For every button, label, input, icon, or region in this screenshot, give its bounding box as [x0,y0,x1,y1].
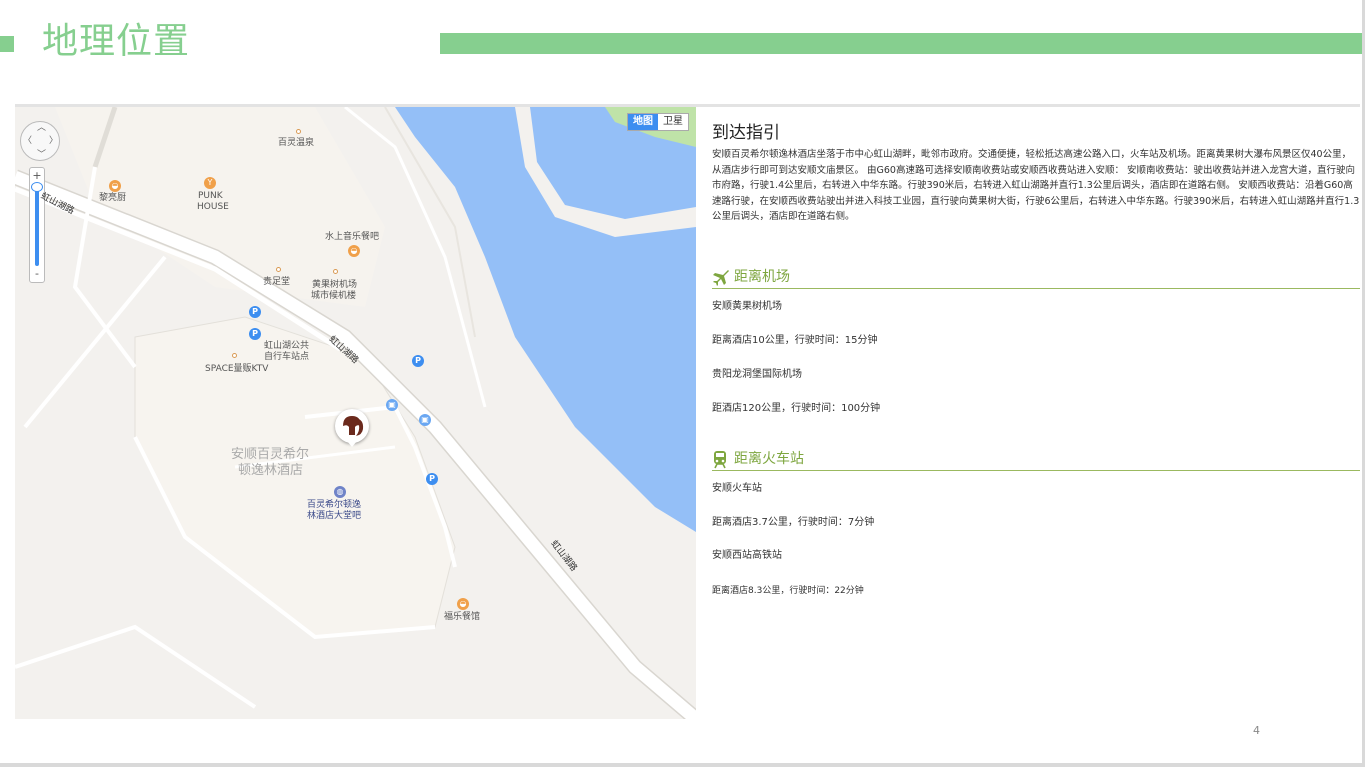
map-label-hotel-line1[interactable]: 安顺百灵希尔 [231,447,309,463]
parking-icon[interactable]: P [426,473,438,485]
restaurant-icon[interactable]: ◒ [457,598,469,610]
map-label-lobby-bar-line2[interactable]: 林酒店大堂吧 [307,511,361,522]
map-label-bailing-hotspring[interactable]: 百灵温泉 [278,138,314,149]
airport-distance-1: 距离酒店10公里，行驶时间：15分钟 [712,335,878,346]
map-label-lixiang-chu[interactable]: 黎亮厨 [99,193,126,204]
zoom-in-button[interactable]: + [30,170,44,182]
airplane-icon [712,268,730,290]
pan-down-icon[interactable]: ﹀ [37,150,46,160]
map-type-switch[interactable]: 地图 卫星 [627,113,689,131]
parking-icon[interactable]: P [249,328,261,340]
directions-title: 到达指引 [712,123,780,143]
train-station-name-1: 安顺火车站 [712,483,762,494]
bus-stop-icon[interactable]: ▣ [386,399,398,411]
poi-marker[interactable] [333,269,338,274]
airport-heading-label: 距离机场 [734,269,790,285]
poi-marker[interactable] [232,353,237,358]
map-label-bike-station-line2[interactable]: 自行车站点 [264,352,309,363]
zoom-out-button[interactable]: - [30,268,44,280]
map-label-hotel-line2[interactable]: 顿逸林酒店 [238,463,303,479]
map-label-fule-restaurant[interactable]: 福乐餐馆 [444,612,480,623]
map-label-airport-terminal-line1[interactable]: 黄果树机场 [312,280,357,291]
satellite-type-button[interactable]: 卫星 [658,114,688,130]
map-label-lobby-bar-line1[interactable]: 百灵希尔顿逸 [307,500,361,511]
pan-up-icon[interactable]: ︿ [37,123,46,133]
map-label-guizu-tang[interactable]: 贵足堂 [263,277,290,288]
location-map[interactable]: 地图 卫星 ︿ 〈 〉 ﹀ + - 百灵温泉 ◒ 黎亮厨 Y PUNK HOUS… [15,107,696,719]
parking-icon[interactable]: P [412,355,424,367]
hotel-location-pin[interactable] [335,409,369,447]
page-number: 4 [1253,724,1260,737]
directions-panel: 到达指引 安顺百灵希尔顿逸林酒店坐落于市中心虹山湖畔，毗邻市政府。交通便捷，轻松… [712,120,1360,225]
title-accent-bar [440,33,1365,54]
map-label-space-ktv[interactable]: SPACE量贩KTV [205,364,268,375]
train-station-distance-2: 距离酒店8.3公里，行驶时间：22分钟 [712,586,864,596]
bus-stop-icon[interactable]: ▣ [419,414,431,426]
title-accent-square [0,36,14,52]
map-label-punk-house-line2[interactable]: HOUSE [197,202,229,213]
pan-right-icon[interactable]: 〉 [49,136,58,146]
lobby-bar-icon[interactable]: ◍ [334,486,346,498]
train-section-heading: 距离火车站 [712,449,1360,471]
airport-section-heading: 距离机场 [712,267,1360,289]
map-label-water-music-bar[interactable]: 水上音乐餐吧 [325,232,379,243]
slide-bottom-border [0,763,1365,767]
zoom-slider-track[interactable] [35,186,39,266]
train-icon [712,450,728,473]
airport-name-1: 安顺黄果树机场 [712,301,782,312]
zoom-control[interactable]: + - [29,167,45,283]
airport-name-2: 贵阳龙洞堡国际机场 [712,369,802,380]
directions-intro: 安顺百灵希尔顿逸林酒店坐落于市中心虹山湖畔，毗邻市政府。交通便捷，轻松抵达高速公… [712,149,1360,222]
restaurant-icon[interactable]: ◒ [348,245,360,257]
map-type-button[interactable]: 地图 [628,114,658,130]
airport-distance-2: 距酒店120公里，行驶时间：100分钟 [712,403,881,414]
map-label-bike-station-line1[interactable]: 虹山湖公共 [264,341,309,352]
hotel-logo-icon [343,416,364,436]
south-lane [15,624,257,709]
zoom-slider-handle[interactable] [31,182,43,192]
poi-marker[interactable] [296,129,301,134]
map-label-airport-terminal-line2[interactable]: 城市候机楼 [311,291,356,302]
slide-title: 地理位置 [42,21,191,62]
pan-control[interactable]: ︿ 〈 〉 ﹀ [20,121,60,161]
map-label-punk-house-line1[interactable]: PUNK [198,191,223,202]
lake-water [395,107,696,532]
pan-left-icon[interactable]: 〈 [23,136,32,146]
poi-marker[interactable] [276,267,281,272]
parking-icon[interactable]: P [249,306,261,318]
restaurant-icon[interactable]: ◒ [109,180,121,192]
train-station-name-2: 安顺西站高铁站 [712,550,782,561]
train-heading-label: 距离火车站 [734,451,804,467]
train-station-distance-1: 距离酒店3.7公里，行驶时间：7分钟 [712,517,875,528]
bar-icon[interactable]: Y [204,177,216,189]
